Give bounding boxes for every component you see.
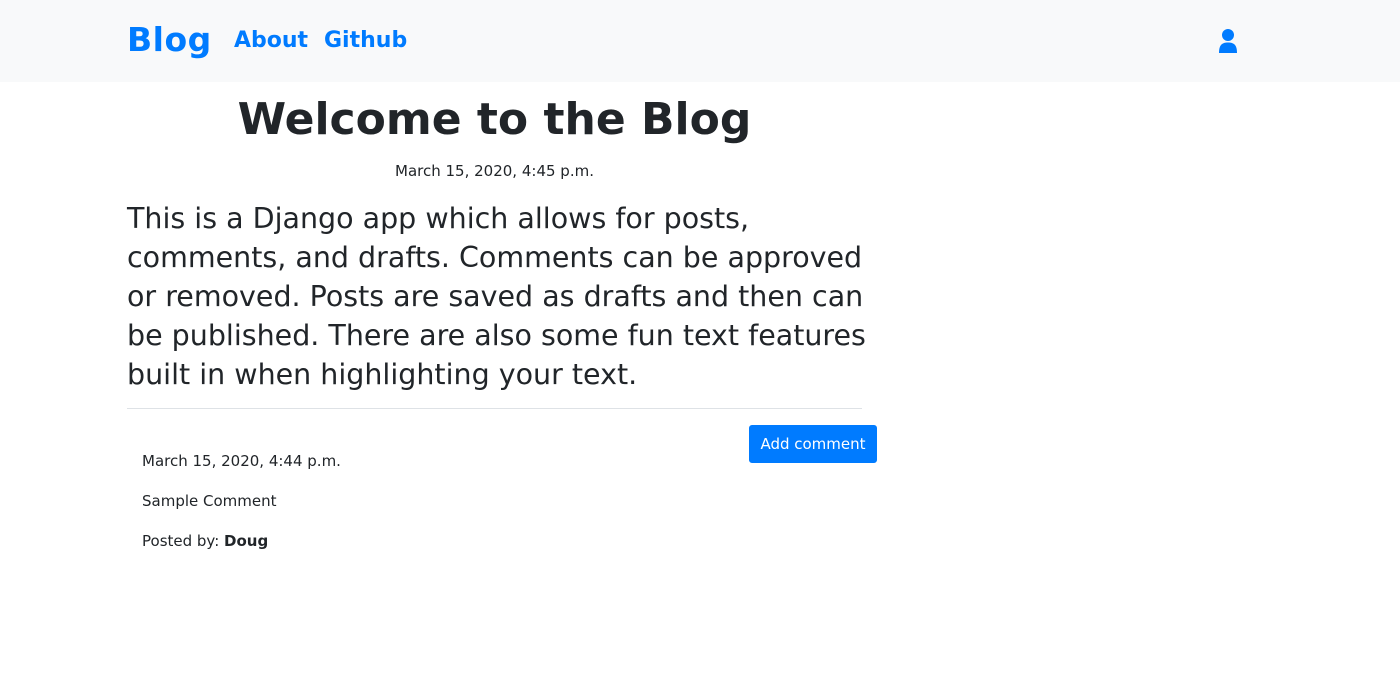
user-icon[interactable] [1216,28,1240,54]
nav-link-about[interactable]: About [234,27,308,55]
post-date: March 15, 2020, 4:45 p.m. [395,162,594,180]
post-body: This is a Django app which allows for po… [127,202,866,391]
nav-link-github[interactable]: Github [324,27,407,55]
comment-author-line: Posted by: Doug [142,530,742,552]
posted-by-label: Posted by: [142,532,220,550]
comment-date: March 15, 2020, 4:44 p.m. [142,452,341,470]
comment-author: Doug [224,532,269,550]
user-icon-glyph [1219,29,1237,53]
navbar: Blog About Github [0,0,1400,82]
comment: March 15, 2020, 4:44 p.m. Sample Comment… [142,450,742,570]
brand-link[interactable]: Blog [127,18,212,62]
add-comment-button[interactable]: Add comment [749,425,877,463]
post-title: Welcome to the Blog [237,94,752,145]
comment-text: Sample Comment [142,492,277,510]
divider [127,408,862,409]
